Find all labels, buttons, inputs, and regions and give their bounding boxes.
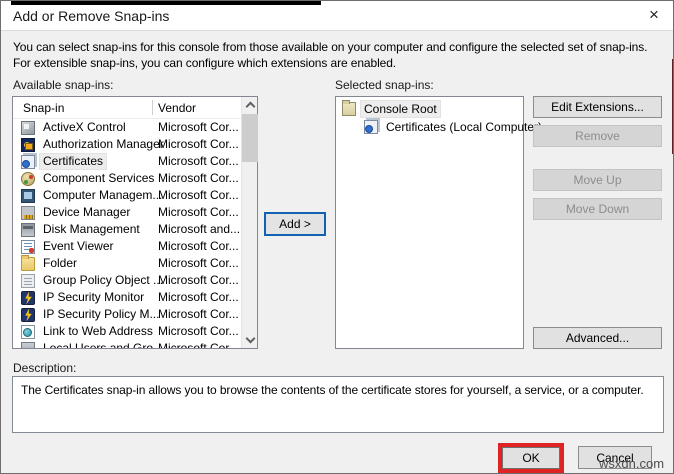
snapin-vendor: Microsoft Cor...: [158, 290, 239, 304]
scrollbar[interactable]: [241, 97, 258, 348]
ip-security-policy-icon: [21, 307, 35, 322]
snapin-name: Local Users and Gro...: [43, 341, 164, 348]
snapin-name: ActiveX Control: [43, 120, 126, 134]
snapin-vendor: Microsoft Cor...: [158, 205, 239, 219]
scroll-down-icon[interactable]: [242, 332, 258, 348]
snapin-row-certificates[interactable]: Certificates Microsoft Cor...: [13, 153, 241, 170]
snapin-row-computer-management[interactable]: Computer Managem... Microsoft Cor...: [13, 187, 241, 204]
snapin-row-ip-security-monitor[interactable]: IP Security Monitor Microsoft Cor...: [13, 289, 241, 306]
snapin-row-disk-management[interactable]: Disk Management Microsoft and...: [13, 221, 241, 238]
local-users-icon: [21, 341, 35, 348]
certificates-icon: [364, 120, 378, 134]
snapin-name: Group Policy Object ...: [43, 273, 164, 287]
tree-item-label: Console Root: [360, 100, 441, 118]
disk-management-icon: [21, 222, 35, 237]
snapin-vendor: Microsoft Cor...: [158, 120, 239, 134]
snapin-vendor: Microsoft and...: [158, 222, 241, 236]
snapin-vendor: Microsoft Cor...: [158, 188, 239, 202]
add-remove-snapins-dialog: Add or Remove Snap-ins × You can select …: [0, 0, 674, 474]
snapin-vendor: Microsoft Cor...: [158, 256, 239, 270]
certificates-icon: [21, 154, 35, 169]
available-snapins-list: Snap-in Vendor ActiveX Control Microsoft…: [12, 96, 258, 349]
snapin-vendor: Microsoft Cor...: [158, 341, 239, 348]
watermark-text: wsxdn.com: [599, 456, 665, 471]
group-policy-icon: [21, 273, 35, 288]
dialog-title: Add or Remove Snap-ins: [13, 8, 170, 24]
move-down-button: Move Down: [533, 198, 662, 220]
description-label: Description:: [13, 361, 77, 375]
move-up-button: Move Up: [533, 169, 662, 191]
tree-item-certificates-local-computer[interactable]: Certificates (Local Computer): [336, 118, 542, 136]
column-header-snapin[interactable]: Snap-in: [13, 101, 64, 115]
snapin-row-authorization-manager[interactable]: Authorization Manager Microsoft Cor...: [13, 136, 241, 153]
snapin-name: Event Viewer: [43, 239, 114, 253]
snapin-vendor: Microsoft Cor...: [158, 171, 239, 185]
description-box: The Certificates snap-in allows you to b…: [12, 376, 664, 433]
tree-item-label: Certificates (Local Computer): [386, 120, 543, 134]
snapin-vendor: Microsoft Cor...: [158, 239, 239, 253]
device-manager-icon: [21, 205, 35, 220]
selected-snapins-label: Selected snap-ins:: [335, 78, 434, 92]
list-header: Snap-in Vendor: [13, 97, 241, 119]
snapin-name: Disk Management: [43, 222, 140, 236]
available-snapins-label: Available snap-ins:: [13, 78, 114, 92]
snapin-name: Device Manager: [43, 205, 131, 219]
snapin-vendor: Microsoft Cor...: [158, 307, 239, 321]
edit-extensions-button[interactable]: Edit Extensions...: [533, 96, 662, 118]
console-root-folder-icon: [342, 100, 356, 116]
link-web-address-icon: [21, 324, 35, 339]
snapin-row-event-viewer[interactable]: Event Viewer Microsoft Cor...: [13, 238, 241, 255]
description-text: The Certificates snap-in allows you to b…: [21, 383, 644, 397]
advanced-button[interactable]: Advanced...: [533, 327, 662, 349]
snapin-row-device-manager[interactable]: Device Manager Microsoft Cor...: [13, 204, 241, 221]
ok-annotation-box: OK: [498, 443, 564, 473]
ip-security-monitor-icon: [21, 290, 35, 305]
snapin-vendor: Microsoft Cor...: [158, 273, 239, 287]
remove-button: Remove: [533, 125, 662, 147]
title-bar: Add or Remove Snap-ins ×: [1, 1, 673, 31]
computer-management-icon: [21, 188, 35, 203]
snapin-vendor: Microsoft Cor...: [158, 154, 239, 168]
snapin-name: Computer Managem...: [43, 188, 163, 202]
tree-item-console-root[interactable]: Console Root: [336, 100, 523, 118]
column-header-vendor[interactable]: Vendor: [158, 97, 196, 119]
snapin-name: Component Services: [43, 171, 155, 185]
add-button[interactable]: Add >: [264, 212, 326, 236]
snapin-row-local-users[interactable]: Local Users and Gro... Microsoft Cor...: [13, 340, 241, 348]
selected-snapins-tree: Console Root Certificates (Local Compute…: [335, 96, 542, 349]
snapin-name: Link to Web Address: [43, 324, 153, 338]
close-icon[interactable]: ×: [643, 4, 665, 26]
authorization-manager-icon: [21, 137, 35, 152]
snapin-name: Certificates: [38, 153, 108, 170]
scroll-up-icon[interactable]: [242, 97, 258, 113]
snapin-name: IP Security Policy M...: [43, 307, 160, 321]
component-services-icon: [21, 171, 35, 186]
scrollbar-thumb[interactable]: [242, 114, 258, 162]
screenshot-artifact-bar: [11, 1, 321, 5]
snapin-row-component-services[interactable]: Component Services Microsoft Cor...: [13, 170, 241, 187]
snapin-vendor: Microsoft Cor...: [158, 324, 239, 338]
intro-text: You can select snap-ins for this console…: [13, 40, 648, 70]
event-viewer-icon: [21, 239, 35, 254]
folder-icon: [21, 254, 35, 271]
snapin-vendor: Microsoft Cor...: [158, 137, 239, 151]
snapin-row-group-policy[interactable]: Group Policy Object ... Microsoft Cor...: [13, 272, 241, 289]
snapin-row-folder[interactable]: Folder Microsoft Cor...: [13, 254, 241, 272]
snapin-name: Folder: [43, 256, 78, 270]
snapin-name: IP Security Monitor: [43, 290, 145, 304]
ok-button[interactable]: OK: [502, 447, 560, 469]
activex-icon: [21, 120, 35, 135]
snapin-name: Authorization Manager: [43, 137, 164, 151]
snapin-row-activex[interactable]: ActiveX Control Microsoft Cor...: [13, 119, 241, 136]
snapin-row-link-to-web-address[interactable]: Link to Web Address Microsoft Cor...: [13, 323, 241, 340]
snapin-row-ip-security-policy[interactable]: IP Security Policy M... Microsoft Cor...: [13, 306, 241, 323]
